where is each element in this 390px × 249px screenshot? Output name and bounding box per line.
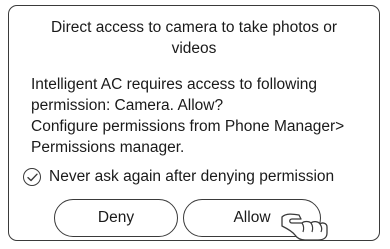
dialog-title-line: Direct access to camera to take photos o… xyxy=(50,19,338,36)
never-ask-again-checkbox[interactable]: Never ask again after denying permission xyxy=(23,166,334,188)
permission-dialog: Direct access to camera to take photos o… xyxy=(8,5,380,241)
deny-button[interactable]: Deny xyxy=(54,199,178,237)
dialog-message: Intelligent AC requires access to follow… xyxy=(31,74,376,158)
dialog-message-line: Intelligent AC requires access to follow… xyxy=(31,76,318,93)
dialog-title: Direct access to camera to take photos o… xyxy=(29,17,359,59)
dialog-message-line: Permissions manager. xyxy=(31,139,185,156)
checkmark-circle-icon[interactable] xyxy=(23,168,41,186)
dialog-title-line: videos xyxy=(171,40,217,57)
pointing-hand-icon xyxy=(278,208,334,244)
dialog-message-line: Configure permissions from Phone Manager… xyxy=(31,118,345,135)
dialog-message-line: permission: Camera. Allow? xyxy=(31,97,224,114)
checkbox-label: Never ask again after denying permission xyxy=(49,168,335,185)
